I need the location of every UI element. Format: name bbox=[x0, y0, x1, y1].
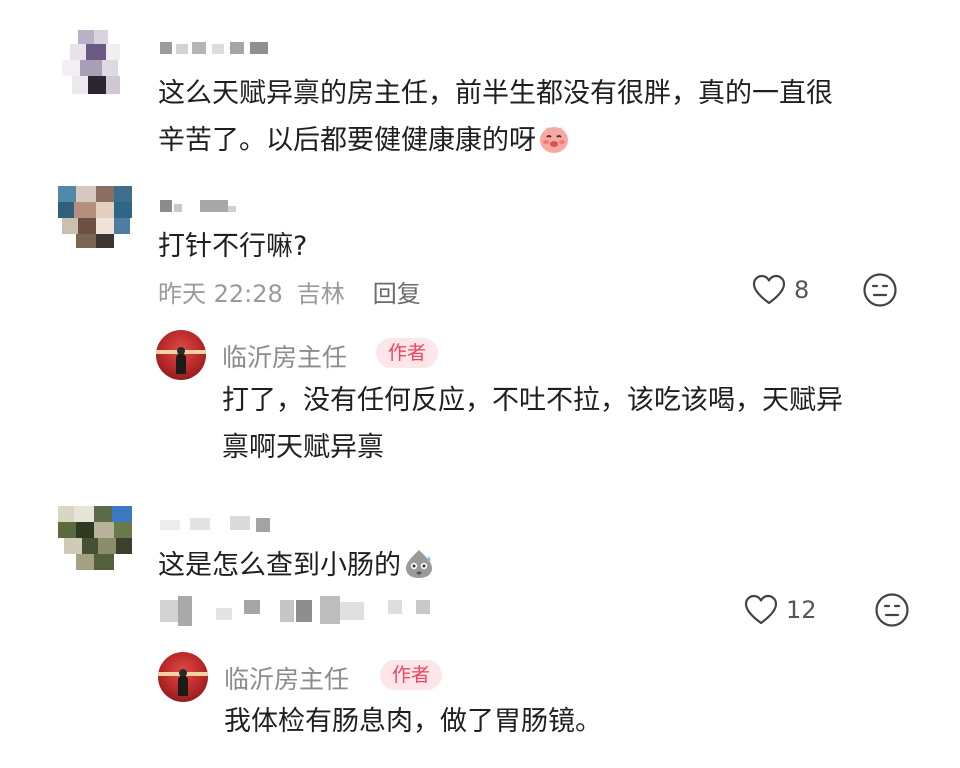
comment-section: 这么天赋异禀的房主任，前半生都没有很胖，真的一直很 辛苦了。以后都要健健康康的呀 bbox=[0, 0, 960, 768]
like-count: 12 bbox=[786, 596, 817, 624]
reply-text: 打了，没有任何反应，不吐不拉，该吃该喝，天赋异 禀啊天赋异禀 bbox=[222, 385, 843, 463]
comment-meta-obscured bbox=[160, 596, 450, 626]
avatar[interactable] bbox=[62, 30, 124, 96]
author-name[interactable]: 临沂房主任 bbox=[222, 338, 347, 374]
like-button[interactable]: 12 bbox=[744, 594, 817, 626]
author-avatar[interactable] bbox=[156, 330, 206, 380]
author-avatar[interactable] bbox=[158, 652, 208, 702]
author-name[interactable]: 临沂房主任 bbox=[224, 660, 349, 696]
comment-meta: 昨天 22:28 吉林 回复 bbox=[158, 274, 421, 309]
comment-text: 这是怎么查到小肠的 bbox=[158, 542, 435, 589]
smile-face-icon[interactable] bbox=[874, 592, 910, 628]
author-badge: 作者 bbox=[380, 660, 443, 690]
smile-face-icon[interactable] bbox=[862, 272, 898, 308]
like-button[interactable]: 8 bbox=[752, 274, 809, 306]
reply-text: 我体检有肠息肉，做了胃肠镜。 bbox=[224, 706, 602, 737]
author-badge: 作者 bbox=[376, 338, 439, 368]
reply-button[interactable]: 回复 bbox=[373, 280, 421, 308]
like-count: 8 bbox=[794, 276, 810, 304]
blushing-face-emoji bbox=[540, 127, 568, 153]
comment-text: 打针不行嘛? bbox=[158, 231, 308, 262]
sweating-face-emoji bbox=[406, 550, 432, 578]
comment-time: 昨天 22:28 bbox=[158, 280, 283, 308]
avatar[interactable] bbox=[58, 506, 134, 572]
comment-text: 这么天赋异禀的房主任，前半生都没有很胖，真的一直很 辛苦了。以后都要健健康康的呀 bbox=[158, 78, 833, 156]
heart-outline-icon bbox=[744, 594, 778, 625]
heart-outline-icon bbox=[752, 274, 786, 305]
username[interactable] bbox=[160, 514, 280, 532]
username[interactable] bbox=[160, 198, 240, 212]
comment-location: 吉林 bbox=[296, 280, 345, 308]
avatar[interactable] bbox=[58, 186, 134, 250]
username[interactable] bbox=[160, 40, 270, 54]
